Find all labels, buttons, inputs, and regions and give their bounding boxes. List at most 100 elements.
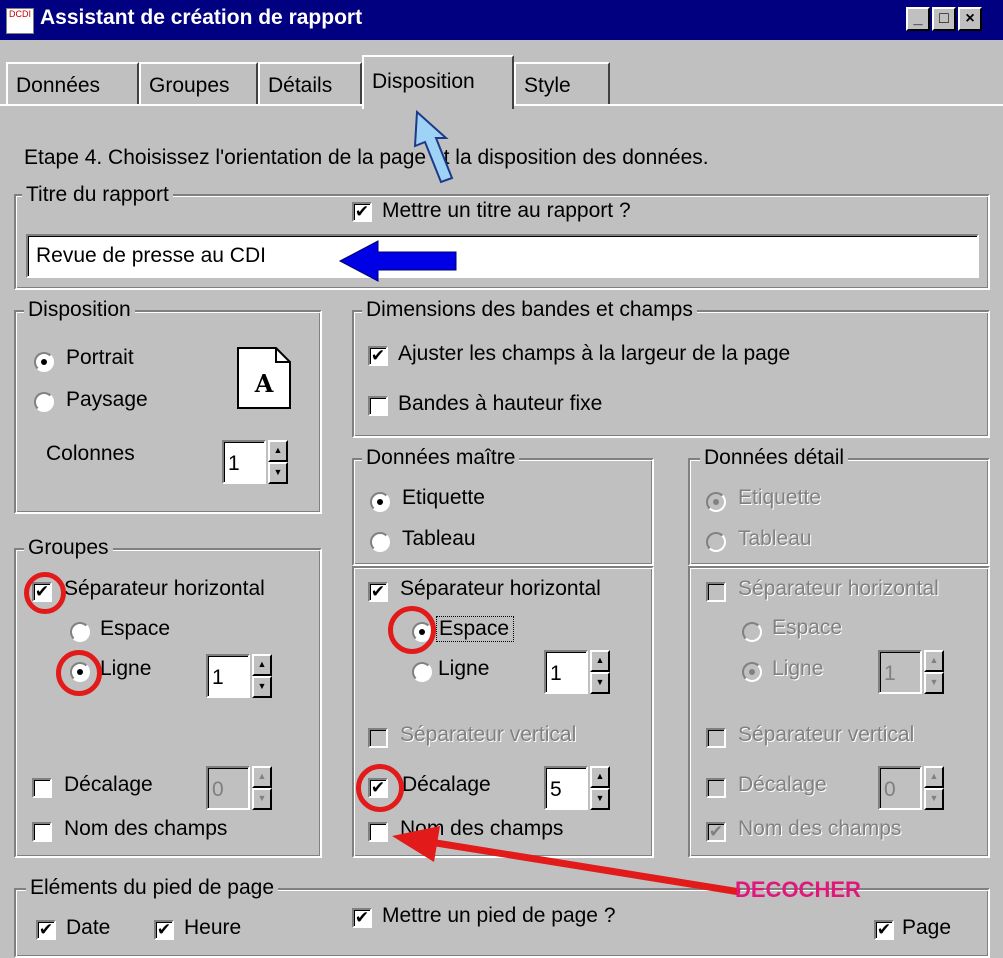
detail-tableau-label: Tableau (738, 527, 812, 550)
detail-field-names-label: Nom des champs (738, 817, 902, 840)
master-decalage-up-button[interactable]: ▲ (590, 766, 610, 788)
groupes-ligne-label: Ligne (100, 657, 152, 680)
detail-decalage-spinner: ▲ ▼ (924, 766, 944, 810)
report-title-input[interactable]: Revue de presse au CDI (26, 234, 979, 278)
detail-sep-v-label: Séparateur vertical (738, 723, 915, 746)
detail-sep-v-checkbox[interactable] (706, 728, 726, 748)
groupes-ligne-spinner: ▲ ▼ (252, 654, 272, 698)
groupes-ligne-down-button[interactable]: ▼ (252, 676, 272, 698)
footer-date-label: Date (66, 916, 111, 939)
footer-enable-checkbox[interactable]: ✔ (352, 908, 372, 928)
footer-enable-label: Mettre un pied de page ? (382, 904, 616, 927)
tab-donnees[interactable]: Données (6, 62, 139, 104)
minimize-button[interactable]: _ (906, 7, 930, 31)
master-decalage-label: Décalage (402, 773, 491, 796)
detail-radio-tableau[interactable] (706, 532, 726, 552)
group-detail-legend: Données détail (700, 446, 849, 470)
master-decalage-down-button[interactable]: ▼ (590, 788, 610, 810)
detail-decalage-down-button[interactable]: ▼ (924, 788, 944, 810)
groupes-radio-ligne[interactable] (70, 662, 90, 682)
master-etiquette-label: Etiquette (402, 486, 485, 509)
master-radio-etiquette[interactable] (370, 492, 390, 512)
detail-espace-label: Espace (772, 616, 843, 639)
master-decalage-input[interactable]: 5 (544, 766, 588, 810)
colonnes-label: Colonnes (46, 442, 135, 465)
detail-decalage-checkbox[interactable] (706, 778, 726, 798)
tab-groupes[interactable]: Groupes (139, 62, 258, 104)
detail-etiquette-label: Etiquette (738, 486, 821, 509)
detail-radio-ligne[interactable] (742, 662, 762, 682)
master-ligne-up-button[interactable]: ▲ (590, 650, 610, 672)
groupes-decalage-up-button[interactable]: ▲ (252, 766, 272, 788)
close-button[interactable]: × (958, 7, 982, 31)
master-sep-v-label: Séparateur vertical (400, 723, 577, 746)
footer-page-checkbox[interactable]: ✔ (874, 920, 894, 940)
page-portrait-icon: A (237, 347, 291, 409)
page-icon-letter: A (254, 369, 274, 398)
groupes-ligne-up-button[interactable]: ▲ (252, 654, 272, 676)
master-espace-label: Espace (436, 616, 515, 642)
master-field-names-label: Nom des champs (400, 817, 564, 840)
tab-style[interactable]: Style (514, 62, 610, 104)
radio-paysage[interactable] (34, 392, 54, 412)
fit-width-checkbox[interactable]: ✔ (368, 346, 388, 366)
group-master-data (352, 458, 654, 566)
tab-details[interactable]: Détails (258, 62, 362, 104)
master-decalage-spinner: ▲ ▼ (590, 766, 610, 810)
group-dimensions-legend: Dimensions des bandes et champs (362, 298, 697, 322)
master-field-names-checkbox[interactable] (368, 822, 388, 842)
report-title-checkbox[interactable]: ✔ (352, 202, 372, 222)
radio-paysage-label: Paysage (66, 388, 148, 411)
groupes-decalage-spinner: ▲ ▼ (252, 766, 272, 810)
groupes-radio-espace[interactable] (70, 622, 90, 642)
detail-ligne-input[interactable]: 1 (878, 650, 922, 694)
fixed-height-label: Bandes à hauteur fixe (398, 392, 603, 415)
groupes-decalage-input[interactable]: 0 (206, 766, 250, 810)
colonnes-spinner: ▲ ▼ (268, 440, 288, 484)
detail-radio-espace[interactable] (742, 622, 762, 642)
master-ligne-spinner: ▲ ▼ (590, 650, 610, 694)
group-master-legend: Données maître (362, 446, 520, 470)
detail-decalage-input[interactable]: 0 (878, 766, 922, 810)
group-detail-options (688, 566, 990, 858)
groupes-field-names-checkbox[interactable] (32, 822, 52, 842)
master-sep-h-checkbox[interactable]: ✔ (368, 582, 388, 602)
annotation-decocher-label: DECOCHER (735, 877, 861, 902)
detail-decalage-label: Décalage (738, 773, 827, 796)
detail-radio-etiquette[interactable] (706, 492, 726, 512)
detail-decalage-up-button[interactable]: ▲ (924, 766, 944, 788)
footer-date-checkbox[interactable]: ✔ (36, 920, 56, 940)
app-icon: DCDI (6, 8, 34, 34)
master-radio-espace[interactable] (412, 622, 432, 642)
colonnes-up-button[interactable]: ▲ (268, 440, 288, 462)
master-radio-ligne[interactable] (412, 662, 432, 682)
groupes-sep-h-checkbox[interactable]: ✔ (32, 582, 52, 602)
colonnes-down-button[interactable]: ▼ (268, 462, 288, 484)
groupes-sep-h-label: Séparateur horizontal (64, 577, 265, 600)
window-title: Assistant de création de rapport (40, 6, 363, 29)
radio-portrait[interactable] (34, 352, 54, 372)
groupes-decalage-down-button[interactable]: ▼ (252, 788, 272, 810)
groupes-ligne-input[interactable]: 1 (206, 654, 250, 698)
groupes-decalage-checkbox[interactable] (32, 778, 52, 798)
detail-sep-h-checkbox[interactable] (706, 582, 726, 602)
master-sep-v-checkbox[interactable] (368, 728, 388, 748)
tab-disposition[interactable]: Disposition (362, 55, 514, 109)
master-radio-tableau[interactable] (370, 532, 390, 552)
maximize-button[interactable]: □ (932, 7, 956, 31)
detail-ligne-up-button[interactable]: ▲ (924, 650, 944, 672)
master-ligne-label: Ligne (438, 657, 490, 680)
detail-ligne-down-button[interactable]: ▼ (924, 672, 944, 694)
master-ligne-input[interactable]: 1 (544, 650, 588, 694)
master-decalage-checkbox[interactable]: ✔ (368, 778, 388, 798)
group-detail-data (688, 458, 990, 566)
colonnes-input[interactable]: 1 (222, 440, 266, 484)
group-report-title-legend: Titre du rapport (22, 183, 173, 207)
group-groupes-legend: Groupes (24, 536, 113, 560)
group-dimensions (352, 310, 990, 438)
fixed-height-checkbox[interactable] (368, 396, 388, 416)
group-disposition-legend: Disposition (24, 298, 135, 322)
footer-heure-checkbox[interactable]: ✔ (154, 920, 174, 940)
master-ligne-down-button[interactable]: ▼ (590, 672, 610, 694)
detail-field-names-checkbox[interactable]: ✔ (706, 822, 726, 842)
